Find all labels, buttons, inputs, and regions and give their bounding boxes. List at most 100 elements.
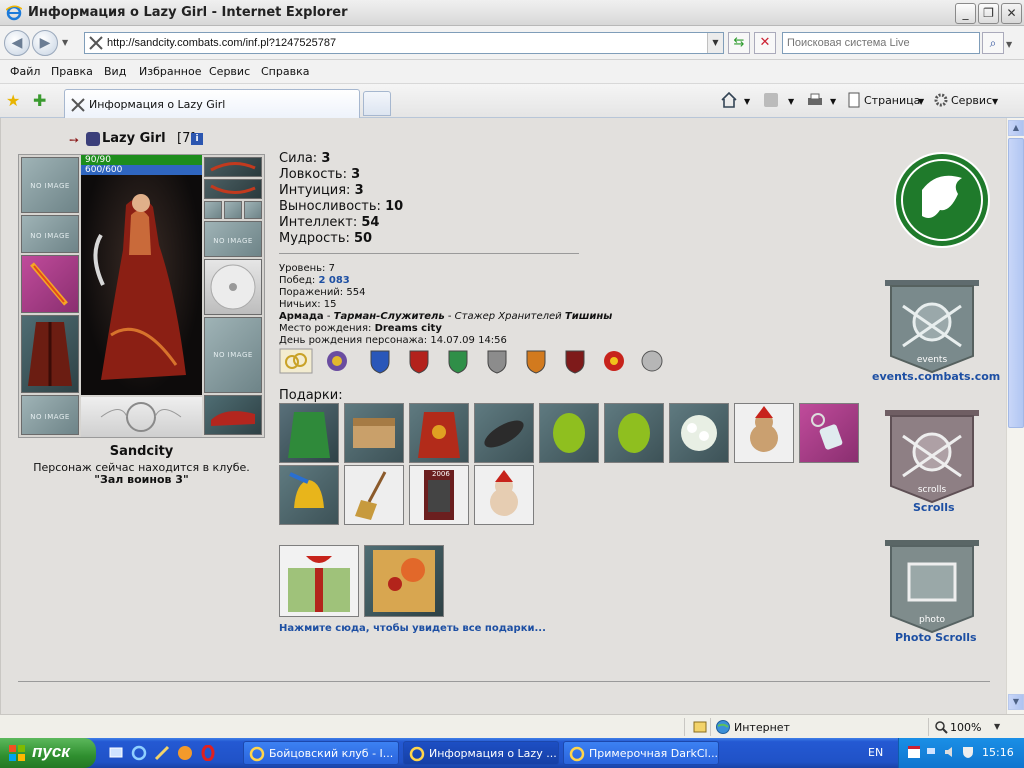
zoom-dropdown-icon[interactable]: ▼ bbox=[994, 722, 1000, 731]
gift-card[interactable] bbox=[364, 545, 444, 617]
dark-red-shield-badge-icon[interactable] bbox=[563, 348, 587, 374]
slot-belt[interactable]: NO IMAGE bbox=[21, 395, 79, 435]
history-dropdown-icon[interactable]: ▼ bbox=[62, 38, 68, 47]
gift-keychain[interactable] bbox=[799, 403, 859, 463]
refresh-button[interactable]: ⇆ bbox=[728, 32, 750, 54]
rings-badge-icon[interactable] bbox=[279, 348, 313, 374]
new-tab-button[interactable] bbox=[363, 91, 391, 116]
close-button[interactable]: ✕ bbox=[1001, 3, 1022, 24]
menu-help[interactable]: Справка bbox=[261, 65, 309, 78]
gift-green-gem-1[interactable] bbox=[539, 403, 599, 463]
task-fight-club[interactable]: Бойцовский клуб - I... bbox=[243, 741, 399, 765]
gift-red-cloak[interactable] bbox=[409, 403, 469, 463]
tray-volume-icon[interactable] bbox=[943, 745, 957, 759]
page-dropdown-icon[interactable]: ▼ bbox=[918, 97, 924, 106]
menu-favorites[interactable]: Избранное bbox=[139, 65, 201, 78]
scrolls-banner-icon[interactable]: scrolls bbox=[881, 406, 983, 506]
search-box[interactable] bbox=[782, 32, 980, 54]
language-indicator[interactable]: EN bbox=[868, 746, 883, 759]
maximize-button[interactable]: ❐ bbox=[978, 3, 999, 24]
crest-badge-icon[interactable] bbox=[325, 348, 349, 374]
quicklaunch-desktop-icon[interactable] bbox=[108, 745, 124, 761]
quicklaunch-opera-icon[interactable] bbox=[200, 745, 216, 761]
tray-calendar-icon[interactable] bbox=[907, 745, 921, 759]
red-star-badge-icon[interactable] bbox=[602, 348, 626, 374]
print-icon[interactable] bbox=[806, 91, 824, 109]
rss-feed-icon[interactable] bbox=[762, 91, 780, 109]
gift-book-2006[interactable]: 2006 bbox=[409, 465, 469, 525]
start-button[interactable]: пуск bbox=[0, 738, 96, 768]
slot-weapon[interactable] bbox=[21, 255, 79, 313]
minimize-button[interactable]: _ bbox=[955, 3, 976, 24]
quicklaunch-ie-icon[interactable] bbox=[131, 745, 147, 761]
events-banner-icon[interactable]: events bbox=[881, 276, 983, 376]
scrolls-link[interactable]: Scrolls bbox=[913, 501, 955, 514]
task-lazy-girl-info[interactable]: Информация о Lazy ... bbox=[403, 741, 559, 765]
slot-earrings[interactable] bbox=[204, 157, 262, 177]
photo-scrolls-banner-icon[interactable]: photo bbox=[881, 536, 983, 636]
home-icon[interactable] bbox=[720, 91, 738, 109]
blue-shield-badge-icon[interactable] bbox=[368, 348, 392, 374]
gift-chest[interactable] bbox=[344, 403, 404, 463]
gift-flowers[interactable] bbox=[669, 403, 729, 463]
scroll-down-button[interactable]: ▼ bbox=[1008, 694, 1024, 710]
events-link[interactable]: events.combats.com bbox=[872, 370, 1000, 383]
red-shield-badge-icon[interactable] bbox=[407, 348, 431, 374]
quicklaunch-tool-icon[interactable] bbox=[154, 745, 170, 761]
gift-present-box[interactable] bbox=[279, 545, 359, 617]
green-shield-badge-icon[interactable] bbox=[446, 348, 470, 374]
search-input[interactable] bbox=[787, 34, 977, 52]
task-fitting-room[interactable]: Примерочная DarkCl... bbox=[563, 741, 719, 765]
orange-shield-badge-icon[interactable] bbox=[524, 348, 548, 374]
info-icon[interactable]: i bbox=[191, 133, 203, 145]
zoom-level[interactable]: 100% bbox=[950, 721, 981, 734]
slot-ring-3[interactable] bbox=[244, 201, 262, 219]
print-dropdown-icon[interactable]: ▼ bbox=[830, 97, 836, 106]
slot-armor[interactable] bbox=[21, 315, 79, 393]
slot-pants[interactable]: NO IMAGE bbox=[204, 317, 262, 393]
url-dropdown-button[interactable]: ▼ bbox=[707, 33, 723, 53]
add-favorite-icon[interactable]: ✚ bbox=[33, 91, 51, 110]
gray-shield-badge-icon[interactable] bbox=[485, 348, 509, 374]
gift-green-gem-2[interactable] bbox=[604, 403, 664, 463]
forward-button[interactable]: ▶ bbox=[32, 30, 58, 56]
scroll-up-button[interactable]: ▲ bbox=[1008, 120, 1024, 136]
silver-badge-icon[interactable] bbox=[640, 348, 664, 374]
menu-file[interactable]: Файл bbox=[10, 65, 40, 78]
gift-broom[interactable] bbox=[344, 465, 404, 525]
slot-amulet[interactable]: NO IMAGE bbox=[21, 215, 79, 253]
url-field[interactable]: http://sandcity.combats.com/inf.pl?12475… bbox=[84, 32, 724, 54]
favorites-star-icon[interactable]: ★ bbox=[6, 91, 24, 110]
gift-teddy-santa[interactable] bbox=[734, 403, 794, 463]
zoom-icon[interactable] bbox=[934, 720, 948, 734]
slot-boots[interactable] bbox=[204, 395, 262, 435]
wins-link[interactable]: 2 083 bbox=[318, 275, 349, 286]
back-button[interactable]: ◀ bbox=[4, 30, 30, 56]
scroll-thumb[interactable] bbox=[1008, 138, 1024, 428]
slot-ring-2[interactable] bbox=[224, 201, 242, 219]
stop-button[interactable]: ✕ bbox=[754, 32, 776, 54]
slot-gloves[interactable]: NO IMAGE bbox=[204, 221, 262, 257]
photo-scrolls-link[interactable]: Photo Scrolls bbox=[895, 631, 977, 644]
gift-bomb[interactable] bbox=[474, 403, 534, 463]
gift-green-cloak[interactable] bbox=[279, 403, 339, 463]
menu-tools[interactable]: Сервис bbox=[209, 65, 250, 78]
quicklaunch-firefox-icon[interactable] bbox=[177, 745, 193, 761]
url-text[interactable]: http://sandcity.combats.com/inf.pl?12475… bbox=[107, 37, 336, 49]
tray-shield-icon[interactable] bbox=[961, 745, 975, 759]
tools-dropdown-icon[interactable]: ▼ bbox=[992, 97, 998, 106]
slot-ring-1[interactable] bbox=[204, 201, 222, 219]
feed-dropdown-icon[interactable]: ▼ bbox=[788, 97, 794, 106]
menu-view[interactable]: Вид bbox=[104, 65, 126, 78]
menu-edit[interactable]: Правка bbox=[51, 65, 93, 78]
tray-network-icon[interactable] bbox=[925, 745, 939, 759]
all-gifts-link[interactable]: Нажмите сюда, чтобы увидеть все подарки.… bbox=[279, 623, 546, 634]
slot-bracers[interactable] bbox=[204, 179, 262, 199]
page-menu-button[interactable]: Страница bbox=[864, 94, 920, 107]
tools-menu-button[interactable]: Сервис bbox=[951, 94, 992, 107]
search-options-dropdown-icon[interactable]: ▼ bbox=[1006, 40, 1012, 49]
clan-emblem-icon[interactable] bbox=[86, 132, 100, 146]
home-dropdown-icon[interactable]: ▼ bbox=[744, 97, 750, 106]
tab-lazy-girl-info[interactable]: Информация о Lazy Girl bbox=[64, 89, 360, 118]
vertical-scrollbar[interactable]: ▲ ▼ bbox=[1006, 118, 1024, 714]
